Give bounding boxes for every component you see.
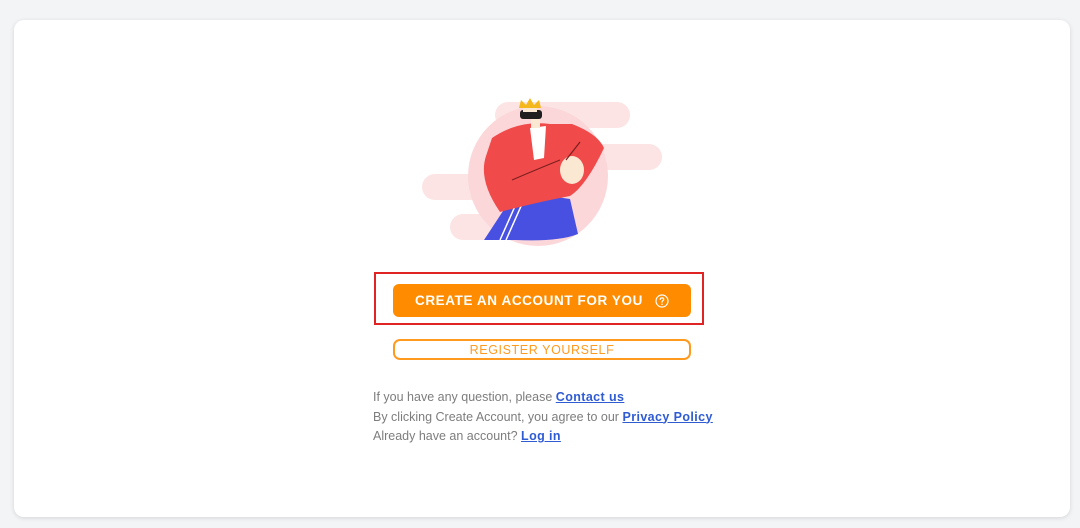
person-with-crown-illustration <box>422 98 662 246</box>
agree-line: By clicking Create Account, you agree to… <box>373 408 713 428</box>
question-text: If you have any question, please <box>373 390 556 404</box>
privacy-policy-link[interactable]: Privacy Policy <box>622 410 712 424</box>
register-label: REGISTER YOURSELF <box>469 342 615 357</box>
info-text: If you have any question, please Contact… <box>373 388 713 447</box>
register-yourself-button[interactable]: REGISTER YOURSELF <box>393 339 691 360</box>
create-account-label: CREATE AN ACCOUNT FOR YOU <box>414 293 643 308</box>
agree-text: By clicking Create Account, you agree to… <box>373 409 623 424</box>
account-text: Already have an account? <box>373 429 522 443</box>
contact-us-link[interactable]: Contact us <box>556 390 625 404</box>
login-line: Already have an account? Log in <box>373 427 713 447</box>
question-circle-icon[interactable] <box>655 293 669 308</box>
question-line: If you have any question, please Contact… <box>373 388 713 408</box>
log-in-link[interactable]: Log in <box>521 429 561 443</box>
create-account-button[interactable]: CREATE AN ACCOUNT FOR YOU <box>393 284 691 317</box>
